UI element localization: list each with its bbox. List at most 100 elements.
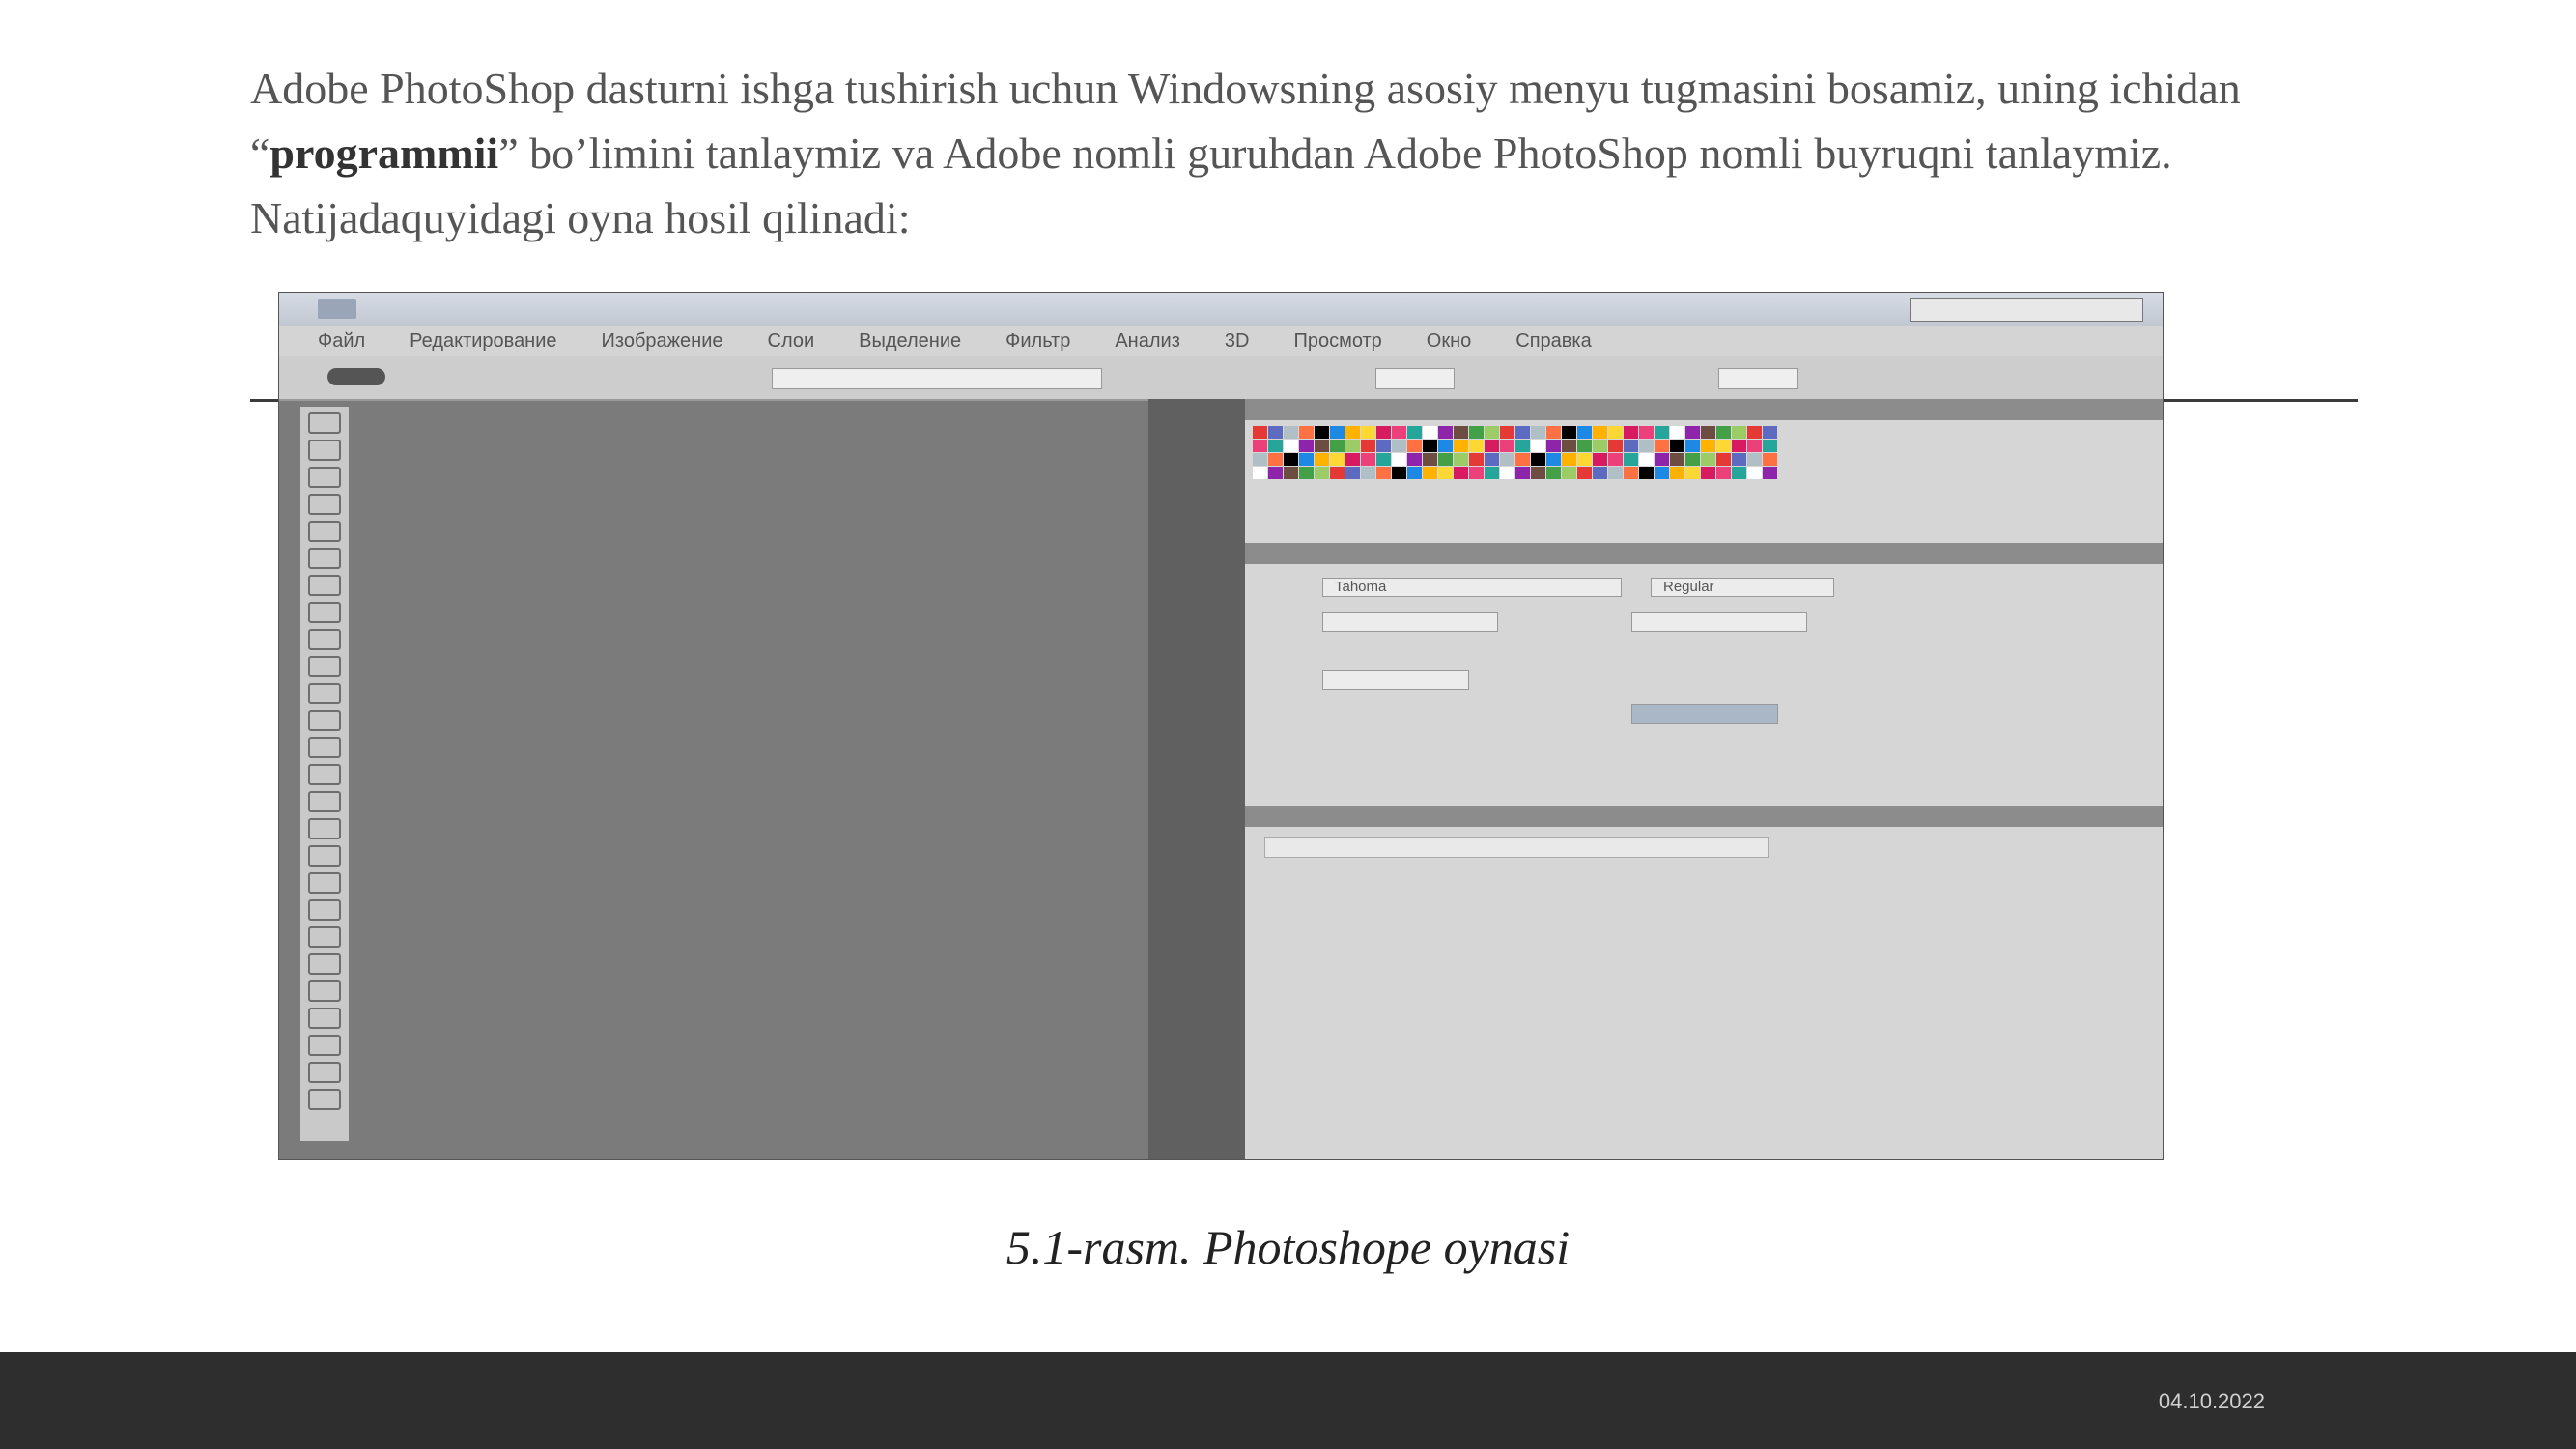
ps-swatch xyxy=(1500,467,1514,479)
ps-swatch xyxy=(1315,467,1329,479)
ps-swatch xyxy=(1515,440,1530,452)
ps-tool-icon xyxy=(308,521,341,542)
ps-mode-select xyxy=(772,368,1102,389)
ps-swatch xyxy=(1253,453,1267,466)
footer-bar: 04.10.2022 xyxy=(0,1352,2576,1449)
ps-panel-dock xyxy=(1148,399,1245,1159)
ps-swatch xyxy=(1315,440,1329,452)
ps-swatch xyxy=(1747,467,1762,479)
ps-swatch xyxy=(1562,467,1576,479)
ps-opacity-field xyxy=(1375,368,1455,389)
ps-swatch xyxy=(1485,467,1499,479)
ps-character-tabs xyxy=(1245,543,2163,564)
ps-swatch xyxy=(1624,467,1638,479)
paragraph-bold: programmii xyxy=(269,128,499,178)
ps-font-style-select: Regular xyxy=(1651,578,1834,597)
ps-tool-icon xyxy=(308,1008,341,1029)
ps-tool-icon xyxy=(308,412,341,434)
ps-window-controls xyxy=(1910,298,2143,322)
ps-swatch xyxy=(1500,426,1514,439)
ps-swatch xyxy=(1670,426,1684,439)
ps-swatch xyxy=(1253,426,1267,439)
ps-swatch xyxy=(1345,426,1360,439)
ps-swatch xyxy=(1593,467,1607,479)
ps-swatch xyxy=(1268,440,1283,452)
footer-date: 04.10.2022 xyxy=(2158,1389,2265,1413)
ps-swatch xyxy=(1593,426,1607,439)
ps-menu-item: Выделение xyxy=(859,329,962,352)
ps-swatch xyxy=(1469,467,1484,479)
ps-menu-item: Слои xyxy=(767,329,815,352)
ps-swatch xyxy=(1577,453,1592,466)
ps-swatch xyxy=(1546,467,1561,479)
ps-swatch xyxy=(1330,467,1345,479)
ps-tool-icon xyxy=(308,980,341,1002)
ps-swatch xyxy=(1577,426,1592,439)
ps-swatch xyxy=(1670,453,1684,466)
paragraph-text-2: ” bo’limini tanlaymiz va Adobe nomli gur… xyxy=(250,128,2172,242)
ps-tool-icon xyxy=(308,629,341,650)
ps-swatch xyxy=(1624,453,1638,466)
ps-swatch xyxy=(1763,453,1777,466)
ps-swatch xyxy=(1376,426,1391,439)
ps-tool-icon xyxy=(308,710,341,731)
ps-swatch xyxy=(1716,453,1731,466)
ps-swatch xyxy=(1345,453,1360,466)
ps-swatch xyxy=(1763,467,1777,479)
ps-character-panel: Tahoma Regular xyxy=(1245,564,2163,806)
ps-char-row-1 xyxy=(1322,612,1498,632)
ps-swatch xyxy=(1438,426,1453,439)
ps-swatch xyxy=(1345,440,1360,452)
photoshop-screenshot: Файл Редактирование Изображение Слои Выделен… xyxy=(278,292,2164,1160)
ps-swatch xyxy=(1670,467,1684,479)
ps-swatch xyxy=(1392,453,1406,466)
ps-swatch xyxy=(1732,453,1746,466)
ps-swatch xyxy=(1454,440,1468,452)
ps-swatch xyxy=(1284,467,1298,479)
ps-swatch xyxy=(1299,440,1314,452)
ps-swatch xyxy=(1392,467,1406,479)
ps-swatch xyxy=(1330,426,1345,439)
ps-swatch xyxy=(1284,453,1298,466)
ps-swatch xyxy=(1562,426,1576,439)
ps-swatch xyxy=(1515,453,1530,466)
ps-char-color xyxy=(1631,704,1778,724)
ps-swatch xyxy=(1361,426,1375,439)
ps-swatch xyxy=(1469,453,1484,466)
ps-menu-item: Редактирование xyxy=(410,329,557,352)
ps-tool-icon xyxy=(308,1035,341,1056)
ps-swatch xyxy=(1284,426,1298,439)
ps-swatch xyxy=(1732,440,1746,452)
ps-swatch xyxy=(1716,440,1731,452)
ps-menu-item: Файл xyxy=(318,329,366,352)
ps-swatch xyxy=(1361,467,1375,479)
ps-tool-icon xyxy=(308,872,341,894)
ps-tool-icon xyxy=(308,656,341,677)
ps-swatch xyxy=(1593,453,1607,466)
ps-swatches-tabs xyxy=(1245,399,2163,420)
ps-swatch xyxy=(1438,440,1453,452)
ps-swatch xyxy=(1299,467,1314,479)
ps-swatch xyxy=(1608,426,1623,439)
ps-swatch xyxy=(1624,426,1638,439)
ps-swatch xyxy=(1608,467,1623,479)
ps-swatch xyxy=(1454,453,1468,466)
ps-swatch xyxy=(1407,426,1422,439)
ps-tool-icon xyxy=(308,683,341,704)
ps-swatch xyxy=(1253,440,1267,452)
ps-swatch xyxy=(1515,467,1530,479)
ps-swatch xyxy=(1701,426,1715,439)
ps-swatch xyxy=(1747,453,1762,466)
ps-menu-item: Фильтр xyxy=(1005,329,1071,352)
ps-swatch xyxy=(1407,440,1422,452)
ps-swatch xyxy=(1392,426,1406,439)
ps-swatch xyxy=(1732,426,1746,439)
ps-swatch xyxy=(1531,453,1545,466)
ps-swatch xyxy=(1345,467,1360,479)
ps-titlebar xyxy=(279,293,2163,326)
ps-swatch xyxy=(1515,426,1530,439)
ps-swatch xyxy=(1531,426,1545,439)
ps-swatch xyxy=(1454,467,1468,479)
ps-menu-item: Окно xyxy=(1426,329,1472,352)
ps-menu-item: 3D xyxy=(1224,329,1250,352)
